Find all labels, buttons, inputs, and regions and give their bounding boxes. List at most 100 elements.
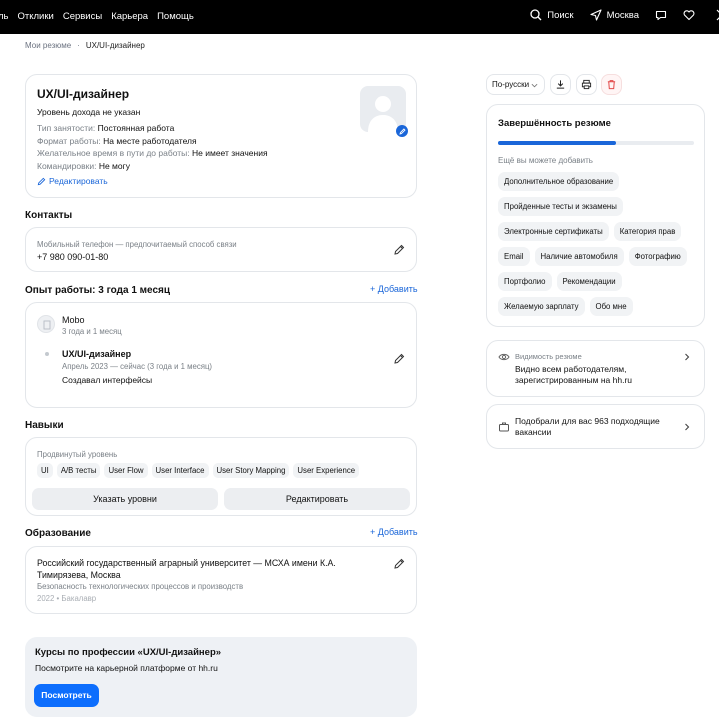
income-text: Уровень дохода не указан xyxy=(37,107,141,117)
completeness-progress-fill xyxy=(498,141,616,145)
education-card: Российский государственный аграрный унив… xyxy=(25,546,417,614)
breadcrumb-current: UX/UI-дизайнер xyxy=(85,41,145,50)
briefcase-icon xyxy=(499,422,509,432)
suggestion-chip[interactable]: Дополнительное образование xyxy=(498,172,620,191)
breadcrumb-separator: · xyxy=(77,41,80,50)
skill-tag: User Interface xyxy=(151,463,209,478)
faculty-name: Безопасность технологических процессов и… xyxy=(37,582,244,591)
edit-education-icon[interactable] xyxy=(393,558,405,570)
suggestion-chip[interactable]: Обо мне xyxy=(589,297,633,316)
suggestion-chip[interactable]: Категория прав xyxy=(613,222,682,241)
suggestion-chip[interactable]: Портфолио xyxy=(498,272,552,291)
suggestion-chip[interactable]: Фотографию xyxy=(628,247,687,266)
nav-item-help[interactable]: Помощь xyxy=(157,11,194,22)
chat-button[interactable] xyxy=(655,9,667,21)
breadcrumb-root[interactable]: Мои резюме xyxy=(25,41,71,50)
chevron-right-icon xyxy=(685,353,690,361)
skill-tag: A/B тесты xyxy=(56,463,101,478)
add-experience-link[interactable]: + Добавить xyxy=(370,284,418,294)
suggestion-chip[interactable]: Электронные сертификаты xyxy=(498,222,609,241)
company-duration: 3 года и 1 месяц xyxy=(62,327,122,336)
trash-icon xyxy=(607,80,616,90)
education-heading: Образование xyxy=(25,528,91,539)
resume-completeness-card: Завершённость резюме Ещё вы можете добав… xyxy=(486,104,705,327)
visibility-text: Видно всем работодателям, зарегистрирова… xyxy=(515,364,633,385)
courses-subtitle: Посмотрите на карьерной платформе от hh.… xyxy=(35,663,218,673)
edit-contacts-icon[interactable] xyxy=(393,244,405,256)
completeness-progress-track xyxy=(498,141,694,145)
chevron-down-icon xyxy=(531,83,538,88)
skill-tag: User Flow xyxy=(104,463,148,478)
profile-card: UX/UI-дизайнер Уровень дохода не указан … xyxy=(25,74,417,198)
search-icon xyxy=(530,9,542,21)
company-name: Mobo xyxy=(62,315,85,325)
add-education-link[interactable]: + Добавить xyxy=(370,527,418,537)
skills-card: Продвинутый уровень UI A/B тесты User Fl… xyxy=(25,437,417,516)
set-levels-button[interactable]: Указать уровни xyxy=(32,488,218,510)
pencil-icon xyxy=(37,177,46,185)
contacts-heading: Контакты xyxy=(25,210,73,221)
work-format-row: Формат работы: На месте работодателя xyxy=(37,135,197,146)
delete-resume-button[interactable] xyxy=(601,74,622,95)
position-period: Апрель 2023 — сейчас (3 года и 1 месяц) xyxy=(62,362,213,371)
download-icon xyxy=(556,80,565,89)
employment-row: Тип занятости: Постоянная работа xyxy=(37,123,175,133)
edit-profile-link[interactable]: Редактировать xyxy=(37,176,108,186)
search-button[interactable]: Поиск xyxy=(530,9,574,21)
matching-vacancies-card[interactable]: Подобрали для вас 963 подходящие ваканси… xyxy=(486,404,705,449)
business-trips-row: Командировки: Не могу xyxy=(37,160,130,171)
edit-experience-icon[interactable] xyxy=(393,353,405,365)
building-icon xyxy=(43,320,51,330)
nav-item-services[interactable]: Сервисы xyxy=(63,11,102,22)
completeness-chips: Дополнительное образование Пройденные те… xyxy=(498,172,698,316)
nav-item-career[interactable]: Карьера xyxy=(111,11,148,22)
graduation-year: 2022 • Бакалавр xyxy=(37,594,97,603)
travel-time-row: Желательное время в пути до работы: Не и… xyxy=(37,148,268,158)
suggestion-chip[interactable]: Пройденные тесты и экзамены xyxy=(498,197,623,216)
university-name: Российский государственный аграрный унив… xyxy=(37,558,336,580)
skills-tags: UI A/B тесты User Flow User Interface Us… xyxy=(37,463,360,478)
suggestion-chip[interactable]: Наличие автомобиля xyxy=(534,247,624,266)
chat-icon xyxy=(655,10,667,21)
eye-icon xyxy=(498,353,510,361)
skill-tag: User Experience xyxy=(293,463,360,478)
company-logo xyxy=(37,315,55,333)
suggestion-chip[interactable]: Email xyxy=(498,247,530,266)
pencil-icon xyxy=(398,127,406,135)
position-title: UX/UI-дизайнер xyxy=(62,349,132,359)
chevron-right-icon xyxy=(685,423,690,431)
profile-details: Тип занятости: Постоянная работа Формат … xyxy=(37,122,268,172)
download-button[interactable] xyxy=(550,74,571,95)
city-button[interactable]: Москва xyxy=(590,9,639,21)
courses-view-button[interactable]: Посмотреть xyxy=(34,684,99,707)
vacancies-text: Подобрали для вас 963 подходящие ваканси… xyxy=(515,416,660,437)
experience-heading: Опыт работы: 3 года 1 месяц xyxy=(25,285,171,296)
breadcrumb: Мои резюме · UX/UI-дизайнер xyxy=(25,41,145,50)
nav-item-responses[interactable]: Отклики xyxy=(18,11,54,22)
print-button[interactable] xyxy=(576,74,597,95)
notifications-button[interactable] xyxy=(711,9,719,21)
resume-visibility-card[interactable]: Видимость резюме Видно всем работодателя… xyxy=(486,340,705,397)
suggestion-chip[interactable]: Рекомендации xyxy=(556,272,622,291)
search-label: Поиск xyxy=(547,9,574,21)
skill-tag: UI xyxy=(37,463,53,478)
contacts-card: Мобильный телефон — предпочитаемый спосо… xyxy=(25,227,417,272)
city-label: Москва xyxy=(606,9,639,21)
courses-promo: Курсы по профессии «UX/UI-дизайнер» Посм… xyxy=(25,637,417,717)
skills-heading: Навыки xyxy=(25,420,64,431)
phone-caption: Мобильный телефон — предпочитаемый спосо… xyxy=(37,240,237,249)
phone-number: +7 980 090-01-80 xyxy=(37,252,109,262)
nav-item-profile[interactable]: ль xyxy=(0,11,9,22)
favorites-button[interactable] xyxy=(683,9,695,21)
resume-title: UX/UI-дизайнер xyxy=(37,87,130,101)
skills-level: Продвинутый уровень xyxy=(37,450,118,459)
bell-icon xyxy=(716,9,719,21)
avatar-edit-button[interactable] xyxy=(396,125,408,137)
edit-skills-button[interactable]: Редактировать xyxy=(224,488,410,510)
completeness-title: Завершённость резюме xyxy=(498,118,611,129)
suggestion-chip[interactable]: Желаемую зарплату xyxy=(498,297,585,316)
printer-icon xyxy=(581,79,592,90)
location-arrow-icon xyxy=(590,9,602,21)
language-select[interactable]: По-русски xyxy=(486,74,545,95)
completeness-caption: Ещё вы можете добавить xyxy=(498,156,593,165)
